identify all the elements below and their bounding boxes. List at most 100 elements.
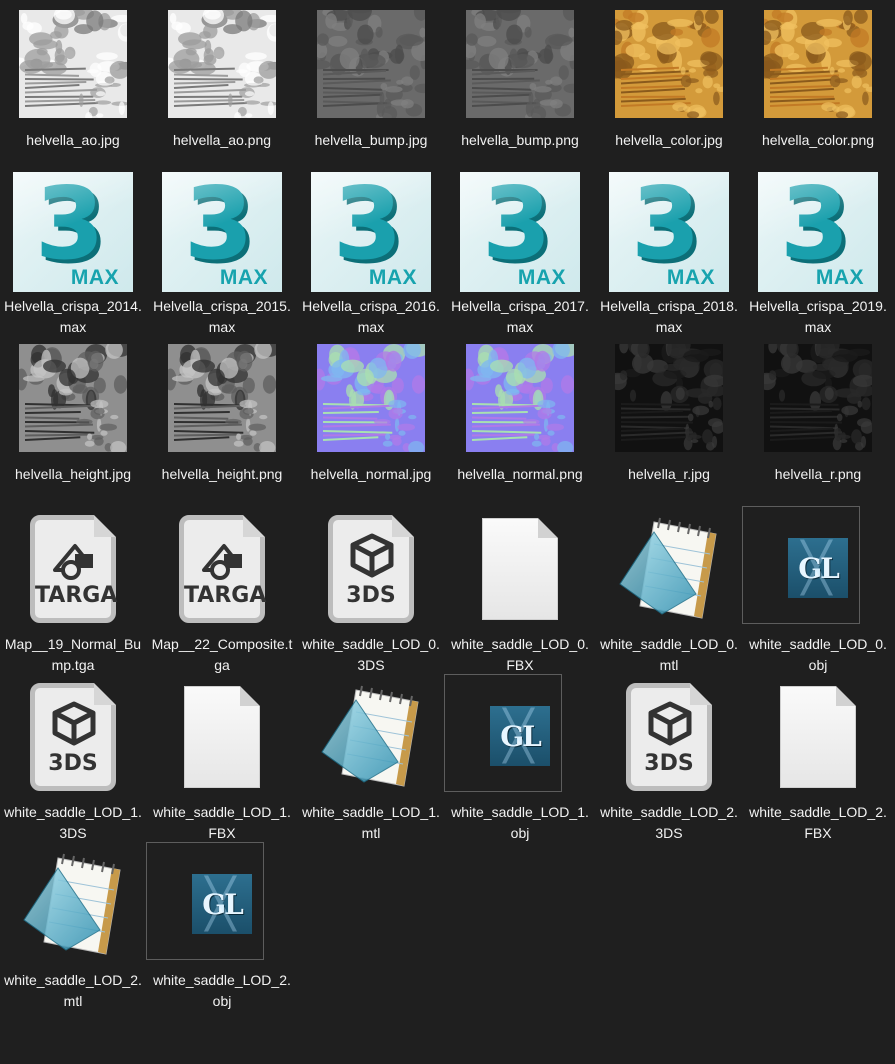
- file-name-label: white_saddle_LOD_0.obj: [749, 636, 887, 673]
- file-thumbnail: 3MAX: [11, 172, 135, 296]
- blank-file-icon: [482, 518, 558, 620]
- file-item-helvella-height-jpg[interactable]: helvella_height.jpg: [2, 340, 144, 500]
- file-thumbnail: 3MAX: [309, 172, 433, 296]
- file-item-helvella-normal-png[interactable]: helvella_normal.png: [449, 340, 591, 500]
- file-thumbnail: [607, 340, 731, 464]
- file-thumbnail: [458, 6, 582, 130]
- file-item-white-saddle-lod-0-fbx[interactable]: white_saddle_LOD_0.FBX: [449, 510, 591, 673]
- file-thumbnail: [458, 340, 582, 464]
- texture-thumbnail: [317, 10, 425, 118]
- 3ds-max-icon: 3MAX: [13, 172, 133, 292]
- file-item-white-saddle-lod-2-obj[interactable]: ╳ GL white_saddle_LOD_2.obj: [146, 842, 293, 1009]
- focus-outline: [444, 674, 562, 792]
- file-item-helvella-crispa-2017-max[interactable]: 3MAX Helvella_crispa_2017.max: [449, 172, 591, 335]
- file-item-helvella-crispa-2016-max[interactable]: 3MAX Helvella_crispa_2016.max: [300, 172, 442, 335]
- file-item-helvella-crispa-2014-max[interactable]: 3MAX Helvella_crispa_2014.max: [2, 172, 144, 335]
- file-thumbnail: [756, 340, 880, 464]
- file-item-helvella-crispa-2019-max[interactable]: 3MAX Helvella_crispa_2019.max: [747, 172, 889, 335]
- file-name-label: helvella_r.png: [774, 466, 862, 482]
- file-item-helvella-r-png[interactable]: helvella_r.png: [747, 340, 889, 500]
- file-item-helvella-r-jpg[interactable]: helvella_r.jpg: [598, 340, 740, 500]
- file-thumbnail: [607, 510, 731, 634]
- file-name-label: white_saddle_LOD_0.FBX: [451, 636, 589, 673]
- 3ds-file-icon: 3DS: [30, 683, 116, 791]
- file-grid: helvella_ao.jpg helvella_ao.png helvella_b…: [0, 0, 895, 1064]
- texture-thumbnail: [19, 344, 127, 452]
- file-item-helvella-crispa-2018-max[interactable]: 3MAX Helvella_crispa_2018.max: [598, 172, 740, 335]
- texture-thumbnail: [764, 10, 872, 118]
- file-thumbnail: [11, 846, 135, 970]
- file-item-white-saddle-lod-1-obj[interactable]: ╳ GL white_saddle_LOD_1.obj: [444, 674, 591, 841]
- file-name-label: white_saddle_LOD_0.mtl: [600, 636, 738, 673]
- targa-file-icon: TARGA: [179, 515, 266, 623]
- file-name-label: Helvella_crispa_2015.max: [153, 298, 291, 335]
- file-item-helvella-bump-png[interactable]: helvella_bump.png: [449, 6, 591, 166]
- file-item-white-saddle-lod-1-fbx[interactable]: white_saddle_LOD_1.FBX: [151, 678, 293, 841]
- file-item-helvella-height-png[interactable]: helvella_height.png: [151, 340, 293, 500]
- 3ds-max-icon: 3MAX: [758, 172, 878, 292]
- focus-outline: [146, 842, 264, 960]
- file-name-label: helvella_height.png: [161, 466, 283, 482]
- file-name-label: white_saddle_LOD_1.3DS: [4, 804, 142, 841]
- file-name-label: helvella_normal.jpg: [310, 466, 432, 482]
- texture-thumbnail: [19, 10, 127, 118]
- file-name-label: white_saddle_LOD_2.FBX: [749, 804, 887, 841]
- file-name-label: Helvella_crispa_2016.max: [302, 298, 440, 335]
- 3ds-file-icon: 3DS: [328, 515, 414, 623]
- file-thumbnail: [160, 678, 284, 802]
- texture-thumbnail: [615, 10, 723, 118]
- file-thumbnail: 3MAX: [160, 172, 284, 296]
- file-item-map-19-normal-bump-tga[interactable]: TARGA Map__19_Normal_Bump.tga: [2, 510, 144, 673]
- file-item-map-22-composite-tga[interactable]: TARGA Map__22_Composite.tga: [151, 510, 293, 673]
- file-thumbnail: [458, 510, 582, 634]
- file-thumbnail: [756, 6, 880, 130]
- file-name-label: Helvella_crispa_2017.max: [451, 298, 589, 335]
- file-item-helvella-crispa-2015-max[interactable]: 3MAX Helvella_crispa_2015.max: [151, 172, 293, 335]
- file-item-white-saddle-lod-2-3ds[interactable]: 3DS white_saddle_LOD_2.3DS: [598, 678, 740, 841]
- file-thumbnail: 3MAX: [607, 172, 731, 296]
- notepad-icon: [23, 853, 121, 955]
- file-name-label: white_saddle_LOD_2.3DS: [600, 804, 738, 841]
- file-item-white-saddle-lod-0-3ds[interactable]: 3DS white_saddle_LOD_0.3DS: [300, 510, 442, 673]
- file-item-helvella-color-jpg[interactable]: helvella_color.jpg: [598, 6, 740, 166]
- file-thumbnail: 3DS: [309, 510, 433, 634]
- file-name-label: helvella_ao.jpg: [26, 132, 120, 148]
- file-name-label: white_saddle_LOD_1.mtl: [302, 804, 440, 841]
- file-name-label: Map__22_Composite.tga: [151, 636, 293, 673]
- file-thumbnail: [160, 6, 284, 130]
- file-thumbnail: [11, 340, 135, 464]
- file-name-label: Helvella_crispa_2014.max: [4, 298, 142, 335]
- file-name-label: white_saddle_LOD_1.obj: [451, 804, 589, 841]
- file-thumbnail: [756, 678, 880, 802]
- texture-thumbnail: [466, 10, 574, 118]
- file-item-white-saddle-lod-1-3ds[interactable]: 3DS white_saddle_LOD_1.3DS: [2, 678, 144, 841]
- file-thumbnail: [160, 340, 284, 464]
- targa-file-icon: TARGA: [30, 515, 117, 623]
- file-item-white-saddle-lod-2-mtl[interactable]: white_saddle_LOD_2.mtl: [2, 846, 144, 1009]
- file-item-white-saddle-lod-2-fbx[interactable]: white_saddle_LOD_2.FBX: [747, 678, 889, 841]
- file-item-white-saddle-lod-0-obj[interactable]: ╳ GL white_saddle_LOD_0.obj: [742, 506, 889, 673]
- blank-file-icon: [184, 686, 260, 788]
- file-thumbnail: [309, 678, 433, 802]
- texture-thumbnail: [317, 344, 425, 452]
- blank-file-icon: [780, 686, 856, 788]
- file-name-label: helvella_color.jpg: [615, 132, 723, 148]
- file-name-label: helvella_r.jpg: [628, 466, 710, 482]
- file-name-label: Helvella_crispa_2019.max: [749, 298, 887, 335]
- file-thumbnail: 3DS: [607, 678, 731, 802]
- file-name-label: helvella_ao.png: [172, 132, 272, 148]
- file-item-white-saddle-lod-1-mtl[interactable]: white_saddle_LOD_1.mtl: [300, 678, 442, 841]
- focus-outline: [742, 506, 860, 624]
- file-item-helvella-normal-jpg[interactable]: helvella_normal.jpg: [300, 340, 442, 500]
- file-item-helvella-color-png[interactable]: helvella_color.png: [747, 6, 889, 166]
- 3ds-max-icon: 3MAX: [460, 172, 580, 292]
- file-thumbnail: 3DS: [11, 678, 135, 802]
- file-name-label: Helvella_crispa_2018.max: [600, 298, 738, 335]
- texture-thumbnail: [466, 344, 574, 452]
- file-item-white-saddle-lod-0-mtl[interactable]: white_saddle_LOD_0.mtl: [598, 510, 740, 673]
- texture-thumbnail: [168, 344, 276, 452]
- file-item-helvella-ao-jpg[interactable]: helvella_ao.jpg: [2, 6, 144, 166]
- 3ds-max-icon: 3MAX: [311, 172, 431, 292]
- file-item-helvella-bump-jpg[interactable]: helvella_bump.jpg: [300, 6, 442, 166]
- file-item-helvella-ao-png[interactable]: helvella_ao.png: [151, 6, 293, 166]
